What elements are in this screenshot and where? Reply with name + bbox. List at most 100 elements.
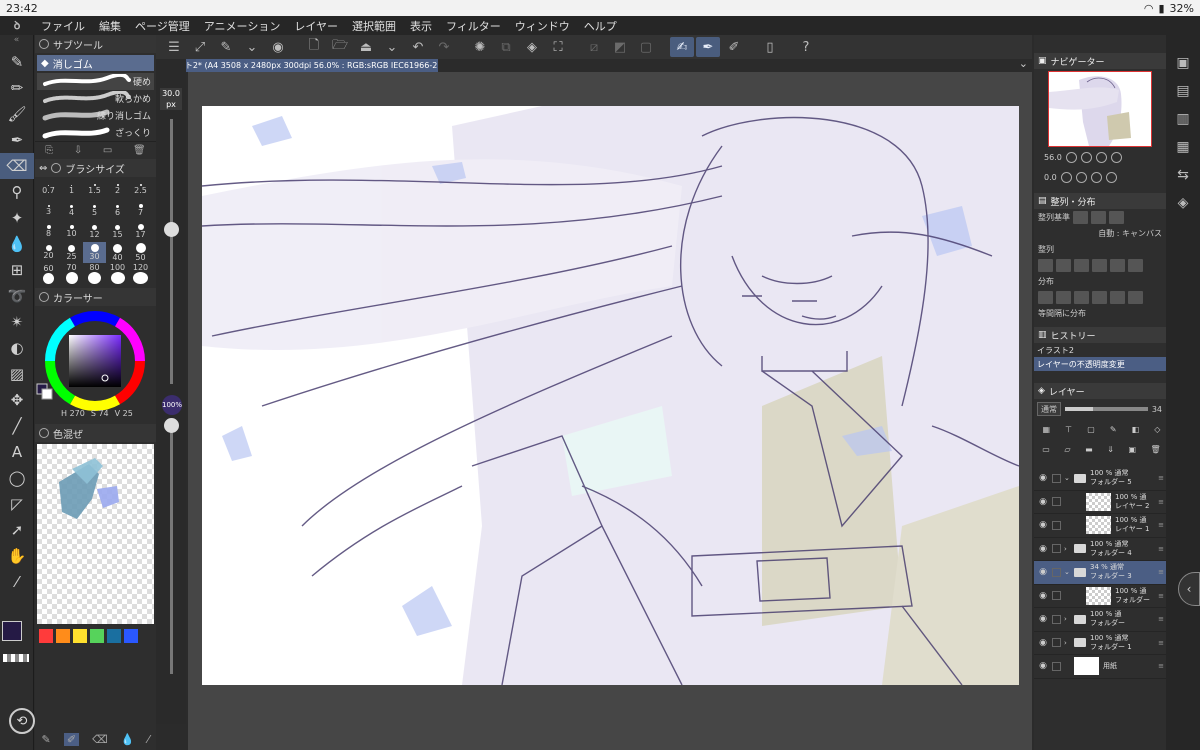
menu-layer[interactable]: レイヤー: [287, 18, 345, 34]
eyedropper-tool-icon[interactable]: ⁄: [0, 569, 34, 595]
layer-mask-icon[interactable]: ◧: [1132, 425, 1140, 434]
folder-expand-icon[interactable]: ›: [1064, 545, 1074, 553]
new-layer-icon[interactable]: ▭: [1042, 445, 1050, 454]
layer-row[interactable]: ◉ › 100 % 通フォルダー ≡: [1034, 608, 1166, 632]
visibility-eye-icon[interactable]: ◉: [1034, 544, 1052, 554]
brush-size-option[interactable]: 70: [60, 263, 83, 284]
visibility-eye-icon[interactable]: ◉: [1034, 473, 1052, 483]
zoom-out-icon[interactable]: [1065, 151, 1077, 163]
brush-tab-icon[interactable]: ✎: [42, 733, 51, 746]
blend-mode-select[interactable]: 通常: [1037, 402, 1061, 416]
layer-drag-handle-icon[interactable]: ≡: [1158, 545, 1164, 553]
layer-checkbox[interactable]: [1052, 591, 1061, 601]
layer-checkbox[interactable]: [1052, 638, 1061, 648]
brush-size-option[interactable]: 20: [37, 242, 60, 263]
brush-size-option[interactable]: 10: [60, 221, 83, 242]
menu-page[interactable]: ページ管理: [128, 18, 197, 34]
layer-drag-handle-icon[interactable]: ≡: [1158, 639, 1164, 647]
fill-icon[interactable]: ◈: [520, 37, 544, 57]
new-vector-icon[interactable]: ▱: [1064, 445, 1070, 454]
transform-icon[interactable]: ⛶: [546, 37, 570, 57]
subtool-hard[interactable]: 硬め: [37, 73, 154, 90]
history-item-selected[interactable]: レイヤーの不透明度変更: [1034, 357, 1166, 371]
layer-drag-handle-icon[interactable]: ≡: [1158, 521, 1164, 529]
brush-size-option[interactable]: 100: [106, 263, 129, 284]
visibility-eye-icon[interactable]: ◉: [1034, 591, 1052, 601]
brush-stabilizer-icon[interactable]: ✒: [696, 37, 720, 57]
eraser-tab-icon[interactable]: ⌫: [92, 733, 108, 746]
brush-size-option[interactable]: 80: [83, 263, 106, 284]
help-bubble-icon[interactable]: ?: [794, 37, 818, 57]
layer-drag-handle-icon[interactable]: ≡: [1158, 568, 1164, 576]
main-color-chip[interactable]: [2, 621, 22, 641]
layer-checkbox[interactable]: [1052, 520, 1061, 530]
text-tool-icon[interactable]: A: [0, 439, 34, 465]
distribute-1-button[interactable]: [1038, 290, 1053, 304]
fit-canvas-icon[interactable]: ⤢: [188, 37, 212, 57]
pencil-tool-icon[interactable]: ✏: [0, 75, 34, 101]
zoom-in-icon[interactable]: [1080, 151, 1092, 163]
chevron-down-icon[interactable]: ⌄: [240, 37, 264, 57]
menu-window[interactable]: ウィンドウ: [508, 18, 577, 34]
layer-checkbox[interactable]: [1052, 661, 1061, 671]
tablet-icon[interactable]: ▯: [758, 37, 782, 57]
subtool-eraser-tab[interactable]: ◆ 消しゴム: [37, 55, 154, 71]
brush-size-option[interactable]: 6: [106, 200, 129, 221]
lasso-tool-icon[interactable]: ➰: [0, 283, 34, 309]
align-left-button[interactable]: [1038, 258, 1053, 272]
layer-drag-handle-icon[interactable]: ≡: [1158, 592, 1164, 600]
blend-tool-icon[interactable]: 💧: [0, 231, 34, 257]
blend-tab-icon[interactable]: ✐: [63, 732, 80, 746]
menu-animation[interactable]: アニメーション: [197, 18, 288, 34]
menu-help[interactable]: ヘルプ: [577, 18, 624, 34]
rotate-left-icon[interactable]: [1060, 171, 1072, 183]
rotate-reset-icon[interactable]: [1090, 171, 1102, 183]
subtool-kneaded[interactable]: 練り消しゴム: [37, 107, 154, 124]
brush-size-option[interactable]: 1: [60, 179, 83, 200]
eraser-tool-icon[interactable]: ⌫: [0, 153, 34, 179]
layer-checkbox[interactable]: [1052, 497, 1061, 507]
fit-icon[interactable]: [1110, 151, 1122, 163]
layer-clip-icon[interactable]: ⊤: [1065, 425, 1072, 434]
layer-row[interactable]: ◉ 100 % 通フォルダー ≡: [1034, 585, 1166, 608]
loading-icon[interactable]: ✺: [468, 37, 492, 57]
brush-size-option[interactable]: 60: [37, 263, 60, 284]
collapse-icon[interactable]: «: [0, 35, 33, 49]
material-dock-icon[interactable]: ▤: [1166, 77, 1200, 105]
brush-size-option[interactable]: 25: [60, 242, 83, 263]
save-icon[interactable]: ⏏: [354, 37, 378, 57]
brush-size-option[interactable]: 40: [106, 242, 129, 263]
import-subtool-icon[interactable]: ⇩: [74, 145, 82, 156]
navigator-thumbnail[interactable]: [1048, 71, 1152, 147]
menu-selection[interactable]: 選択範囲: [345, 18, 403, 34]
align-basis-2[interactable]: [1091, 210, 1106, 224]
flip-icon[interactable]: [1105, 171, 1117, 183]
swatch-green[interactable]: [90, 629, 104, 643]
brush-size-option[interactable]: 17: [129, 221, 152, 242]
visibility-eye-icon[interactable]: ◉: [1034, 638, 1052, 648]
subtool-rough[interactable]: ざっくり: [37, 124, 154, 141]
balloon-tool-icon[interactable]: ◯: [0, 465, 34, 491]
layer-checkbox[interactable]: [1052, 544, 1061, 554]
distribute-5-button[interactable]: [1110, 290, 1125, 304]
hamburger-menu-icon[interactable]: ☰: [162, 37, 186, 57]
layer-drag-handle-icon[interactable]: ≡: [1158, 474, 1164, 482]
opacity-track[interactable]: [170, 419, 173, 674]
object-tool-icon[interactable]: ➚: [0, 517, 34, 543]
crop-icon[interactable]: ▢: [634, 37, 658, 57]
layer-drag-handle-icon[interactable]: ≡: [1158, 498, 1164, 506]
hand-tool-icon[interactable]: ✋: [0, 543, 34, 569]
vector-pen-icon[interactable]: ✐: [722, 37, 746, 57]
chevron-down-icon[interactable]: ⌄: [1019, 57, 1028, 70]
align-right-button[interactable]: [1074, 258, 1089, 272]
navigator-dock-icon[interactable]: ▣: [1166, 49, 1200, 77]
merge-icon[interactable]: ⇓: [1107, 445, 1114, 454]
invert-selection-icon[interactable]: ◩: [608, 37, 632, 57]
line-tool-icon[interactable]: ╱: [0, 413, 34, 439]
layer-draft-icon[interactable]: ✎: [1110, 425, 1117, 434]
brush-size-option[interactable]: 7: [129, 200, 152, 221]
brush-size-option[interactable]: 50: [129, 242, 152, 263]
layer-palette-icon[interactable]: ◇: [1154, 425, 1160, 434]
distribute-6-button[interactable]: [1128, 290, 1143, 304]
new-file-icon[interactable]: 🗋: [302, 37, 326, 57]
